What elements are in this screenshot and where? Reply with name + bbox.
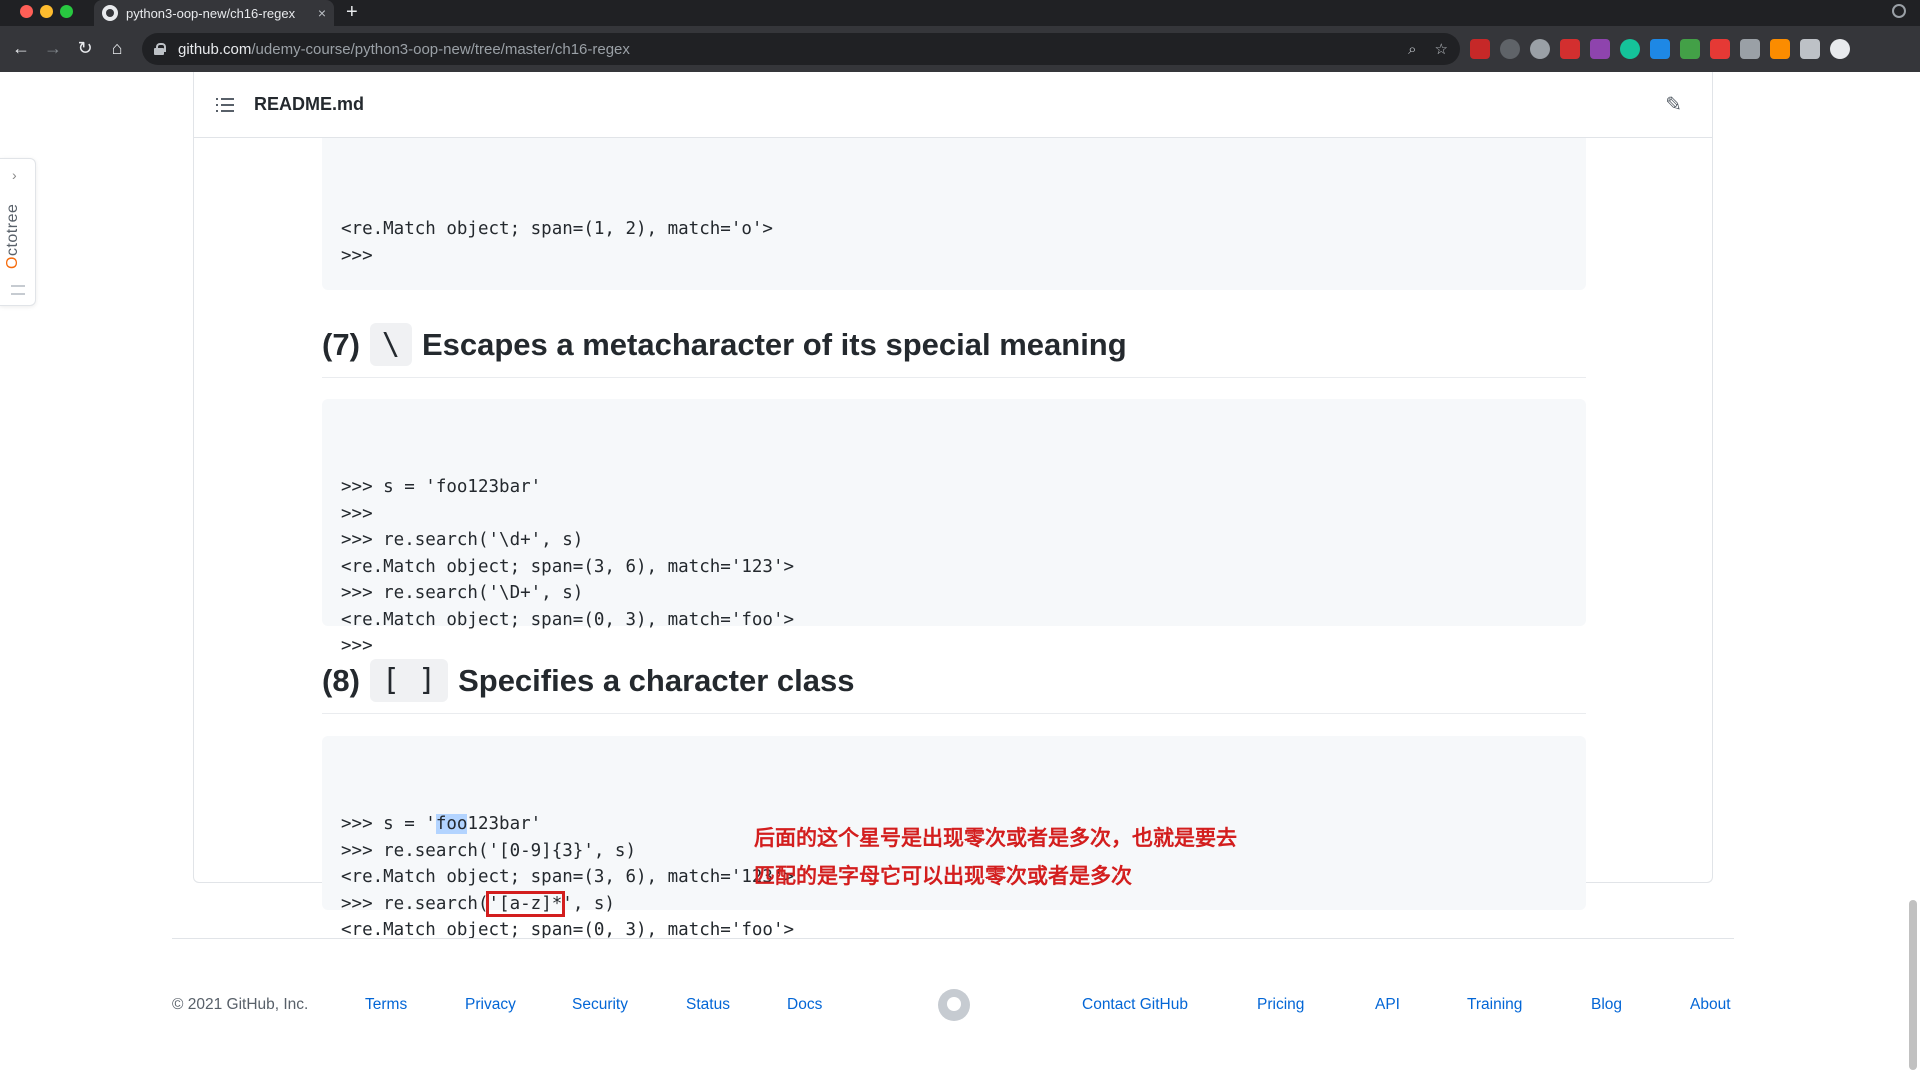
code-line: <re.Match object; span=(1, 2), match='o'… bbox=[341, 219, 773, 239]
url-path: /udemy-course/python3-oop-new/tree/maste… bbox=[251, 40, 630, 58]
readme-title: README.md bbox=[254, 94, 365, 114]
footer-link-security[interactable]: Security bbox=[572, 996, 628, 1014]
code-line: >>> bbox=[341, 503, 373, 524]
minimize-window-button[interactable] bbox=[40, 5, 53, 18]
footer-link-terms[interactable]: Terms bbox=[365, 996, 407, 1014]
section-title: Escapes a metacharacter of its special m… bbox=[421, 326, 1127, 362]
window-menu-icon[interactable] bbox=[1892, 4, 1906, 18]
section-number: (8) bbox=[322, 662, 360, 698]
footer-link-contact-github[interactable]: Contact GitHub bbox=[1082, 996, 1188, 1014]
drag-handle-icon[interactable] bbox=[11, 285, 25, 295]
table-of-contents-icon[interactable] bbox=[216, 98, 234, 112]
footer-link-about[interactable]: About bbox=[1690, 996, 1731, 1014]
code-line: <re.Match object; span=(0, 3), match='fo… bbox=[341, 609, 795, 630]
section-symbol: \ bbox=[369, 323, 412, 366]
github-favicon-icon bbox=[102, 5, 118, 21]
extension-icon[interactable] bbox=[1590, 39, 1610, 59]
url-host: github.com bbox=[178, 40, 252, 58]
section-title: Specifies a character class bbox=[458, 662, 855, 698]
github-logo-icon[interactable] bbox=[938, 989, 970, 1021]
footer-link-blog[interactable]: Blog bbox=[1591, 996, 1622, 1014]
profile-avatar[interactable] bbox=[1830, 39, 1850, 59]
extensions-bar bbox=[1470, 39, 1850, 59]
back-arrow-icon[interactable]: ← bbox=[10, 37, 32, 59]
close-window-button[interactable] bbox=[20, 5, 33, 18]
extension-icon[interactable] bbox=[1470, 39, 1490, 59]
tab-close-icon[interactable]: × bbox=[318, 5, 326, 21]
annotation-text-line-1: 后面的这个星号是出现零次或者是多次，也就是要去 bbox=[754, 826, 1237, 850]
section-8-heading: (8) [ ] Specifies a character class bbox=[322, 648, 1586, 714]
selected-text-highlight: foo bbox=[435, 814, 468, 834]
code-line: >>> bbox=[341, 245, 373, 266]
footer-link-docs[interactable]: Docs bbox=[787, 996, 822, 1014]
readme-header: README.md ✎ bbox=[194, 72, 1712, 138]
reload-icon[interactable]: ↻ bbox=[74, 37, 96, 59]
browser-tab-bar: python3-oop-new/ch16-regex × + bbox=[0, 0, 1920, 26]
new-tab-button[interactable]: + bbox=[346, 1, 358, 23]
browser-tab[interactable]: python3-oop-new/ch16-regex × bbox=[94, 0, 334, 26]
footer-copyright: © 2021 GitHub, Inc. bbox=[172, 996, 309, 1013]
code-block-top: <re.Match object; span=(1, 2), match='o'… bbox=[322, 130, 1586, 290]
extension-icon[interactable] bbox=[1740, 39, 1760, 59]
section-7-heading: (7) \ Escapes a metacharacter of its spe… bbox=[322, 312, 1586, 378]
maximize-window-button[interactable] bbox=[60, 5, 73, 18]
extensions-puzzle-icon[interactable] bbox=[1800, 39, 1820, 59]
lock-icon bbox=[154, 43, 166, 55]
extension-icon[interactable] bbox=[1770, 39, 1790, 59]
code-line: <re.Match object; span=(3, 6), match='12… bbox=[341, 556, 795, 577]
footer-link-status[interactable]: Status bbox=[686, 996, 730, 1014]
footer-link-api[interactable]: API bbox=[1375, 996, 1400, 1014]
zoom-icon[interactable]: ⌕ bbox=[1408, 41, 1416, 58]
red-annotation-box: '[a-z]* bbox=[485, 890, 566, 917]
annotation-text-line-2: 匹配的是字母它可以出现零次或者是多次 bbox=[754, 864, 1132, 888]
site-footer: © 2021 GitHub, Inc. Terms Privacy Securi… bbox=[172, 989, 1734, 1021]
extension-icon[interactable] bbox=[1710, 39, 1730, 59]
extension-icon[interactable] bbox=[1620, 39, 1640, 59]
footer-divider bbox=[172, 938, 1734, 939]
code-block-section-7: >>> s = 'foo123bar' >>> >>> re.search('\d+… bbox=[322, 399, 1586, 656]
footer-link-training[interactable]: Training bbox=[1467, 996, 1522, 1014]
code-line: >>> re.search('\D+', s) bbox=[341, 583, 584, 603]
section-symbol: [ ] bbox=[369, 659, 449, 702]
edit-pencil-icon[interactable]: ✎ bbox=[1665, 92, 1682, 117]
code-line: >>> re.search('[a-z]*', s) bbox=[341, 890, 615, 917]
readme-panel: README.md ✎ <re.Match object; span=(1, 2… bbox=[193, 72, 1713, 940]
tab-title: python3-oop-new/ch16-regex bbox=[126, 5, 296, 21]
code-line: >>> s = 'foo123bar' bbox=[341, 477, 542, 497]
address-bar[interactable]: github.com/udemy-course/python3-oop-new/… bbox=[142, 33, 1460, 65]
section-number: (7) bbox=[322, 326, 360, 362]
browser-toolbar: ← → ↻ ⌂ github.com/udemy-course/python3-… bbox=[0, 26, 1920, 72]
extension-icon[interactable] bbox=[1680, 39, 1700, 59]
extension-icon[interactable] bbox=[1530, 39, 1550, 59]
extension-icon[interactable] bbox=[1560, 39, 1580, 59]
extension-icon[interactable] bbox=[1500, 39, 1520, 59]
octotree-toggle[interactable]: › Octotree bbox=[0, 158, 36, 306]
octotree-label: Octotree bbox=[4, 203, 21, 269]
footer-link-privacy[interactable]: Privacy bbox=[465, 996, 516, 1014]
extension-icon[interactable] bbox=[1650, 39, 1670, 59]
page-scrollbar[interactable] bbox=[1909, 900, 1917, 1070]
bookmark-star-icon[interactable]: ☆ bbox=[1435, 40, 1448, 58]
forward-arrow-icon[interactable]: → bbox=[42, 37, 64, 59]
home-icon[interactable]: ⌂ bbox=[106, 37, 128, 59]
chevron-right-icon: › bbox=[12, 167, 17, 183]
footer-link-pricing[interactable]: Pricing bbox=[1257, 996, 1304, 1014]
code-line: <re.Match object; span=(0, 3), match='fo… bbox=[341, 920, 795, 940]
code-line: >>> re.search('\d+', s) bbox=[341, 530, 584, 550]
